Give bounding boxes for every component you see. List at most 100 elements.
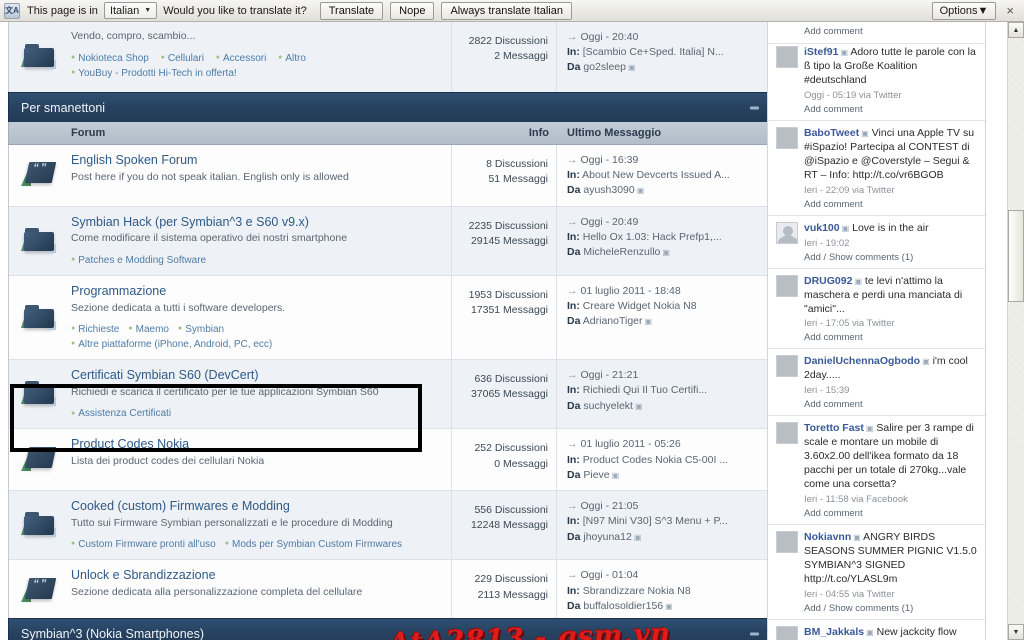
last-message-author-link[interactable]: go2sleep — [583, 61, 626, 73]
forum-section: Per smanettoni Forum Info Ultimo Messagg… — [8, 92, 770, 640]
subforum-link[interactable]: Altre piattaforme (iPhone, Android, PC, … — [71, 337, 272, 352]
last-message-topic-link[interactable]: Product Codes Nokia C5-00I ... — [583, 454, 728, 466]
forum-title-link[interactable]: Certificati Symbian S60 (DevCert) — [71, 368, 441, 384]
list-item[interactable]: BaboTweet ▣ Vinci una Apple TV su #iSpazi… — [768, 121, 985, 216]
subforum-link[interactable]: Patches e Modding Software — [71, 253, 206, 268]
translate-button[interactable]: Translate — [319, 1, 384, 20]
status-update-username[interactable]: vuk100 — [804, 222, 840, 234]
forum-title-link[interactable]: Unlock e Sbrandizzazione — [71, 568, 441, 584]
external-link-icon: ▣ — [853, 533, 861, 543]
list-item[interactable]: vuk100 ▣ Love is in the air Ieri - 19:02 Ad… — [768, 216, 985, 269]
forum-title-link[interactable]: Cooked (custom) Firmwares e Modding — [71, 499, 441, 515]
subforum-link[interactable]: Custom Firmware pronti all'uso — [71, 537, 216, 552]
status-update-username[interactable]: iStef91 — [804, 46, 838, 58]
table-row[interactable]: Vendo, compro, scambio... Nokioteca Shop… — [9, 22, 769, 92]
list-item[interactable]: DRUG092 ▣ te levi n'attimo la maschera e … — [768, 269, 985, 350]
forum-info-cell: 556 Discussioni 12248 Messaggi — [452, 491, 557, 560]
last-message-topic-link[interactable]: Creare Widget Nokia N8 — [583, 300, 697, 312]
collapse-icon[interactable] — [750, 632, 759, 636]
forum-title-link[interactable]: Product Codes Nokia — [71, 437, 441, 453]
scrollbar-thumb[interactable] — [1008, 210, 1024, 302]
subforum-link[interactable]: Cellulari — [161, 51, 204, 66]
forum-title-link[interactable]: Programmazione — [71, 284, 441, 300]
browser-page: 文A This page is in Italian ▼ Would you l… — [0, 0, 1024, 640]
status-update-action-link[interactable]: Add / Show comments (1) — [804, 252, 977, 263]
last-message-topic: In: Hello Ox 1.03: Hack Prefp1,... — [567, 230, 722, 243]
table-row[interactable]: “” English Spoken Forum Post here if you d… — [9, 145, 769, 207]
status-update-username[interactable]: DRUG092 — [804, 275, 852, 287]
forum-icon-cell: “” — [9, 429, 71, 490]
scroll-down-icon[interactable]: ▼ — [1008, 624, 1024, 640]
forum-icon-cell: “” — [9, 145, 71, 206]
status-update-username[interactable]: Nokiavnn — [804, 531, 851, 543]
table-row[interactable]: “” Product Codes Nokia Lista dei product c… — [9, 429, 769, 492]
table-row[interactable]: Programmazione Sezione dedicata a tutti i… — [9, 275, 769, 361]
table-row[interactable]: Certificati Symbian S60 (DevCert) Richied… — [9, 360, 769, 430]
forum-title-link[interactable]: Symbian Hack (per Symbian^3 e S60 v9.x) — [71, 215, 441, 231]
last-message-topic-link[interactable]: [Scambio Ce+Sped. Italia] N... — [583, 46, 724, 58]
always-translate-button[interactable]: Always translate Italian — [441, 1, 572, 20]
forum-discussions-count: 229 Discussioni — [474, 573, 548, 586]
subforum-link[interactable]: Symbian — [178, 322, 224, 337]
last-message-topic-link[interactable]: Richiedi Qui Il Tuo Certifi... — [583, 384, 707, 396]
vertical-scrollbar[interactable]: ▲ ▼ — [1007, 22, 1024, 640]
subforum-link[interactable]: Accessori — [216, 51, 266, 66]
language-select[interactable]: Italian ▼ — [103, 2, 158, 19]
last-message-author-link[interactable]: ayush3090 — [583, 184, 634, 196]
status-update-action-link[interactable]: Add comment — [804, 399, 977, 410]
forum-messages-count: 17351 Messaggi — [470, 304, 548, 317]
add-comment-link[interactable]: Add comment — [768, 22, 985, 44]
forum-messages-count: 12248 Messaggi — [470, 519, 548, 532]
table-row[interactable]: Symbian Hack (per Symbian^3 e S60 v9.x) C… — [9, 206, 769, 276]
status-update-action-link[interactable]: Add comment — [804, 508, 977, 519]
last-message-topic-link[interactable]: About New Devcerts Issued A... — [582, 169, 730, 181]
status-update-action-link[interactable]: Add comment — [804, 332, 977, 343]
table-row[interactable]: “” Unlock e Sbrandizzazione Sezione dedica… — [9, 560, 769, 623]
subforum-link[interactable]: YouBuy - Prodotti Hi-Tech in offerta! — [71, 66, 236, 81]
subforum-link[interactable]: Nokioteca Shop — [71, 51, 149, 66]
options-button[interactable]: Options ▼ — [931, 1, 997, 20]
subforum-link[interactable]: Altro — [278, 51, 306, 66]
folder-forum-icon — [21, 42, 59, 72]
last-message-topic-link[interactable]: Hello Ox 1.03: Hack Prefp1,... — [583, 231, 722, 243]
scroll-up-icon[interactable]: ▲ — [1008, 22, 1024, 38]
arrow-icon: → — [567, 438, 578, 451]
last-message-topic-link[interactable]: Sbrandizzare Nokia N8 — [583, 585, 691, 597]
avatar — [776, 46, 798, 68]
external-link-icon: ▣ — [865, 424, 874, 434]
status-update-username[interactable]: DanielUchennaOgbodo — [804, 355, 920, 367]
status-update-username[interactable]: Toretto Fast — [804, 422, 864, 434]
subforum-link[interactable]: Maemo — [128, 322, 169, 337]
close-icon[interactable]: × — [1006, 3, 1020, 18]
last-message-author-link[interactable]: suchyelekt — [583, 400, 633, 412]
last-message-author-link[interactable]: Pieve — [583, 469, 609, 481]
last-message-author-link[interactable]: jhoyuna12 — [583, 531, 631, 543]
list-item[interactable]: DanielUchennaOgbodo ▣ i'm cool 2day..... I… — [768, 349, 985, 417]
nope-button[interactable]: Nope — [390, 1, 435, 20]
last-message-topic-link[interactable]: [N97 Mini V30] S^3 Menu + P... — [583, 515, 728, 527]
partial-forum-block-top: Vendo, compro, scambio... Nokioteca Shop… — [8, 22, 770, 92]
last-message-author-link[interactable]: AdrianoTiger — [583, 315, 643, 327]
collapse-icon[interactable] — [750, 106, 759, 109]
forum-info-cell: 2822 Discussioni 2 Messaggi — [452, 22, 557, 92]
last-message-date: → Oggi - 21:05 — [567, 500, 639, 513]
status-update-action-link[interactable]: Add / Show comments (1) — [804, 603, 977, 614]
list-item[interactable]: Nokiavnn ▣ ANGRY BIRDS SEASONS SUMMER PIG… — [768, 525, 985, 620]
status-update-username[interactable]: BM_Jakkals — [804, 626, 864, 638]
forum-title-link[interactable]: English Spoken Forum — [71, 153, 441, 169]
last-message-author-link[interactable]: buffalosoldier156 — [583, 600, 663, 612]
list-item[interactable]: iStef91 ▣ Adoro tutte le parole con la ß … — [768, 44, 985, 121]
subforum-link[interactable]: Richieste — [71, 322, 119, 337]
list-item[interactable]: Toretto Fast ▣ Salire per 3 rampe di scal… — [768, 416, 985, 526]
table-row[interactable]: Cooked (custom) Firmwares e Modding Tutto… — [9, 491, 769, 561]
subforum-link[interactable]: Mods per Symbian Custom Firmwares — [225, 537, 402, 552]
status-update-action-link[interactable]: Add comment — [804, 104, 977, 115]
last-message-author-link[interactable]: MicheleRenzullo — [583, 246, 660, 258]
subforum-link[interactable]: Assistenza Certificati — [71, 406, 171, 421]
status-update-text: Toretto Fast ▣ Salire per 3 rampe di scal… — [804, 422, 974, 491]
status-update-action-link[interactable]: Add comment — [804, 199, 977, 210]
section-header: Symbian^3 (Nokia Smartphones) — [8, 618, 770, 640]
scrollbar-track[interactable] — [1008, 38, 1024, 624]
status-update-username[interactable]: BaboTweet — [804, 127, 859, 139]
list-item[interactable]: BM_Jakkals▣ New jackcity flow10 lug 2011… — [768, 620, 985, 640]
